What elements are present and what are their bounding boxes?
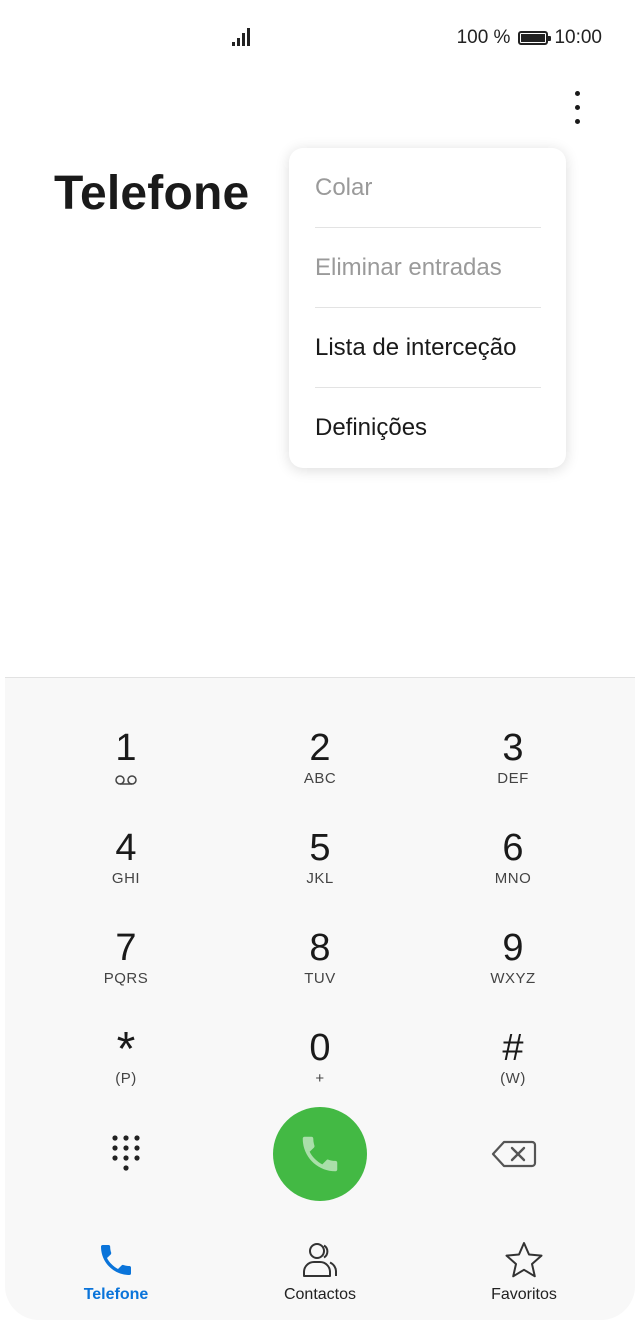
nav-label: Contactos bbox=[283, 1286, 357, 1303]
phone-screen: 100 % 10:00 Telefone Colar Eliminar entr… bbox=[0, 0, 640, 1322]
voicemail-icon bbox=[115, 775, 137, 785]
dialpad-key-8[interactable]: 8 TUV bbox=[245, 926, 395, 1016]
signal-icon bbox=[232, 28, 250, 46]
overflow-menu: Colar Eliminar entradas Lista de interce… bbox=[289, 148, 566, 468]
backspace-icon[interactable] bbox=[488, 1134, 538, 1174]
key-digit: 2 bbox=[309, 727, 331, 769]
dialpad-key-3[interactable]: 3 DEF bbox=[438, 726, 588, 816]
nav-label: Favoritos bbox=[491, 1286, 557, 1303]
star-icon bbox=[505, 1242, 543, 1278]
nav-tab-favoritos[interactable]: Favoritos bbox=[454, 1240, 594, 1310]
menu-item-label: Eliminar entradas bbox=[315, 253, 502, 281]
dialpad-key-6[interactable]: 6 MNO bbox=[438, 826, 588, 916]
battery-icon bbox=[518, 31, 552, 45]
dialpad-key-2[interactable]: 2 ABC bbox=[245, 726, 395, 816]
dialpad-grid-icon[interactable] bbox=[100, 1128, 152, 1180]
status-right: 100 % 10:00 bbox=[457, 26, 602, 50]
key-digit: 1 bbox=[115, 727, 137, 769]
key-letters: (W) bbox=[500, 1070, 526, 1087]
key-digit: 6 bbox=[502, 827, 524, 869]
menu-item-label: Definições bbox=[315, 414, 428, 441]
page-title: Telefone bbox=[54, 167, 250, 220]
contacts-icon bbox=[303, 1243, 337, 1277]
dialpad-key-9[interactable]: 9 WXYZ bbox=[438, 926, 588, 1016]
nav-tab-contactos[interactable]: Contactos bbox=[250, 1240, 390, 1310]
dialpad-key-5[interactable]: 5 JKL bbox=[245, 826, 395, 916]
key-letters: DEF bbox=[497, 770, 529, 787]
key-digit: 3 bbox=[502, 727, 524, 769]
battery-percentage: 100 % bbox=[456, 27, 511, 48]
battery-fill bbox=[521, 34, 546, 42]
key-digit: 4 bbox=[115, 827, 137, 869]
key-letters: PQRS bbox=[103, 970, 149, 987]
key-letters: TUV bbox=[304, 970, 336, 987]
dialpad-key-4[interactable]: 4 GHI bbox=[51, 826, 201, 916]
menu-item-settings[interactable]: Definições bbox=[315, 388, 541, 468]
clock: 10:00 bbox=[554, 27, 602, 48]
dialpad-key-7[interactable]: 7 PQRS bbox=[51, 926, 201, 1016]
nav-tab-telefone[interactable]: Telefone bbox=[46, 1240, 186, 1310]
key-letters: + bbox=[315, 1070, 325, 1087]
key-letters: GHI bbox=[111, 870, 141, 887]
key-digit: 5 bbox=[309, 827, 331, 869]
dialpad-key-0[interactable]: 0 + bbox=[245, 1026, 395, 1116]
key-letters: ABC bbox=[303, 770, 337, 787]
menu-item-delete-entries[interactable]: Eliminar entradas bbox=[315, 228, 541, 308]
menu-item-paste[interactable]: Colar bbox=[315, 148, 541, 228]
key-letters: MNO bbox=[494, 870, 532, 887]
key-digit: 9 bbox=[502, 927, 524, 969]
key-letters: WXYZ bbox=[490, 970, 536, 987]
menu-item-block-list[interactable]: Lista de interceção bbox=[315, 308, 541, 388]
menu-item-label: Lista de interceção bbox=[315, 333, 517, 361]
call-button[interactable] bbox=[273, 1107, 367, 1201]
key-digit: 0 bbox=[309, 1027, 331, 1069]
dialpad-key-hash[interactable]: # (W) bbox=[438, 1026, 588, 1116]
key-digit: 8 bbox=[309, 927, 331, 969]
key-digit: * bbox=[116, 1026, 136, 1070]
key-letters: JKL bbox=[306, 870, 334, 887]
phone-icon bbox=[101, 1245, 131, 1275]
key-digit: # bbox=[502, 1027, 524, 1069]
key-digit: 7 bbox=[115, 927, 137, 969]
more-vertical-icon[interactable] bbox=[555, 84, 599, 130]
status-bar: 100 % 10:00 bbox=[0, 0, 640, 76]
key-letters: (P) bbox=[115, 1070, 137, 1087]
menu-item-label: Colar bbox=[315, 173, 373, 201]
dialpad-key-1[interactable]: 1 bbox=[51, 726, 201, 816]
dialpad-key-star[interactable]: * (P) bbox=[51, 1026, 201, 1116]
phone-icon bbox=[302, 1136, 338, 1172]
nav-label: Telefone bbox=[83, 1286, 149, 1303]
